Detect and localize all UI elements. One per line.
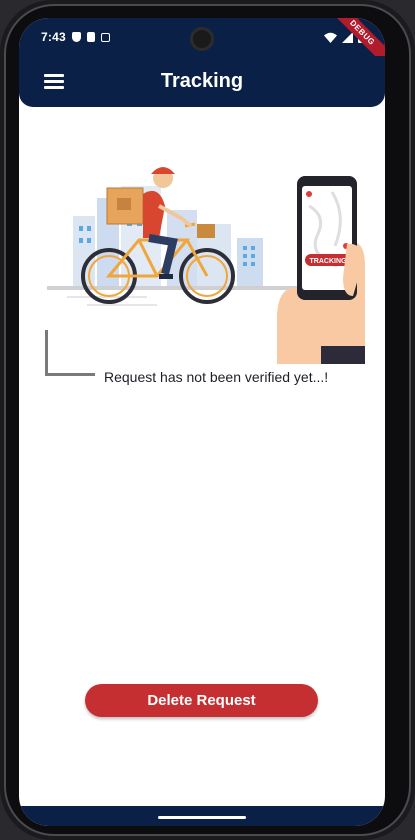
hand-holding-phone: TRACKING	[277, 176, 365, 364]
app-bar: Tracking	[19, 56, 385, 107]
a-icon	[100, 32, 110, 42]
delete-request-button[interactable]: Delete Request	[85, 684, 318, 717]
shield-icon	[71, 32, 81, 42]
device-frame: 7:43 DEBUG Tracking TRACKING Request has…	[0, 0, 415, 840]
corner-bracket-decoration	[45, 330, 95, 376]
status-icons-left	[71, 32, 110, 42]
sim-card-icon	[86, 32, 95, 42]
status-time: 7:43	[41, 30, 66, 44]
verification-status-message: Request has not been verified yet...!	[104, 369, 329, 385]
front-basket	[197, 224, 215, 238]
phone-tracking-badge: TRACKING	[310, 258, 347, 265]
wifi-icon	[324, 32, 337, 43]
page-title: Tracking	[160, 70, 244, 92]
system-nav-bar	[19, 806, 385, 826]
app-screen: 7:43 DEBUG Tracking TRACKING Request has…	[19, 18, 385, 826]
front-camera	[190, 27, 214, 51]
home-indicator[interactable]	[158, 816, 246, 819]
status-bar: 7:43 DEBUG	[19, 18, 385, 70]
